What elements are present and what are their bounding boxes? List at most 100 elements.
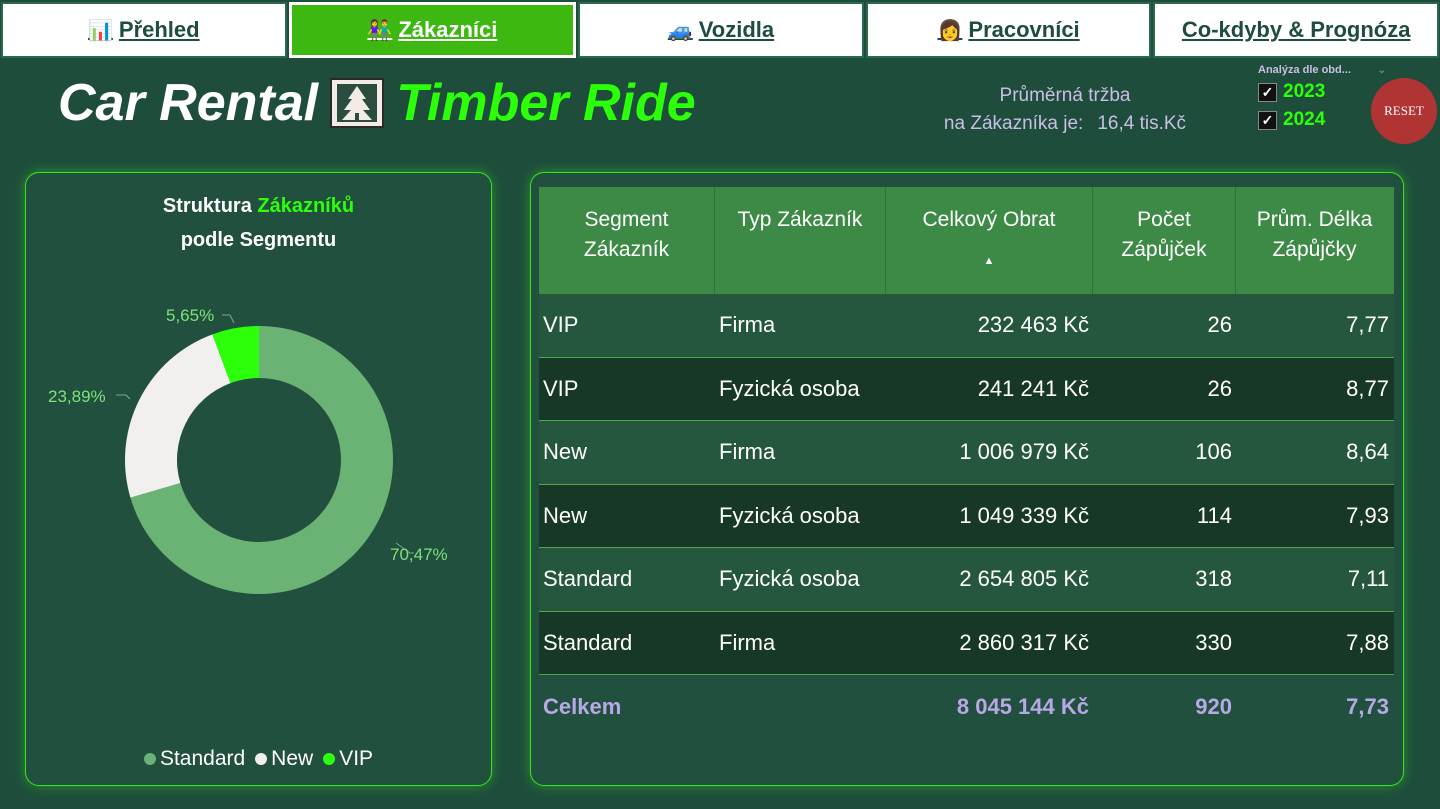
table-cell: New	[543, 502, 588, 528]
header-line: Zákazník	[583, 238, 670, 261]
tab-prehled[interactable]: 📊 Přehled	[1, 2, 287, 58]
header-line: Typ Zákazník	[737, 208, 863, 231]
table-row[interactable]: Standard Fyzická osoba 2 654 805 Kč 318 7,11	[539, 548, 1394, 612]
total-cell: 920	[1195, 693, 1232, 719]
legend-dot	[323, 753, 336, 765]
tab-vozidla[interactable]: 🚙 Vozidla	[578, 2, 864, 58]
title-part1: Car Rental	[58, 74, 319, 132]
table-header: Segment Zákazník Typ Zákazník Celkový Obr…	[539, 187, 1394, 294]
table-cell: 7,77	[1346, 312, 1389, 338]
table-row[interactable]: VIP Fyzická osoba 241 241 Kč 26 8,77	[539, 357, 1394, 421]
table-cell: Standard	[543, 566, 633, 592]
table-cell: 1 049 339 Kč	[959, 502, 1089, 528]
slicer-header[interactable]: Analýza dle obd... ⌄	[1258, 62, 1386, 78]
donut-chart: 70,47% 23,89% 5,65%	[48, 306, 448, 594]
col-header-segment[interactable]: Segment Zákazník	[539, 187, 715, 294]
table-cell: Fyzická osoba	[719, 375, 860, 401]
table-cell: 330	[1195, 629, 1232, 655]
top-nav: 📊 Přehled 👫 Zákazníci 🚙 Vozidla 👩 Pracov…	[0, 0, 1440, 60]
tab-label: Pracovníci	[968, 17, 1080, 42]
table-row[interactable]: VIP Firma 232 463 Kč 26 7,77	[539, 294, 1394, 358]
slicer-option-2024[interactable]: ✓ 2024	[1258, 106, 1386, 134]
total-cell: Celkem	[543, 693, 622, 719]
table-cell: 114	[1196, 502, 1232, 528]
table-cell: 7,93	[1346, 502, 1389, 528]
period-slicer: Analýza dle obd... ⌄ ✓ 2023 ✓ 2024	[1258, 62, 1386, 134]
header-line: Zápůjček	[1121, 238, 1207, 261]
tree-icon	[330, 78, 385, 128]
table-cell: VIP	[543, 312, 579, 338]
tab-label: Co-kdyby & Prognóza	[1181, 17, 1411, 42]
table-cell: 8,77	[1346, 375, 1389, 401]
table-body: VIP Firma 232 463 Kč 26 7,77 VIP Fyzická osoba…	[539, 294, 1394, 739]
bar-chart-icon: 📊	[87, 19, 113, 42]
data-label-standard: 70,47%	[390, 545, 448, 564]
worker-icon: 👩	[937, 19, 963, 42]
kpi-value: 16,4 tis.Kč	[1097, 113, 1187, 134]
chart-legend: Standard New VIP	[26, 747, 491, 771]
slicer-option-label: 2023	[1283, 81, 1326, 102]
table-row[interactable]: New Fyzická osoba 1 049 339 Kč 114 7,93	[539, 484, 1394, 548]
header-line: Celkový Obrat	[922, 208, 1056, 231]
table-cell: Fyzická osoba	[719, 502, 860, 528]
table-cell: Fyzická osoba	[719, 566, 860, 592]
slicer-title: Analýza dle obd...	[1258, 64, 1351, 76]
legend-item-standard[interactable]: Standard	[143, 747, 246, 771]
header-line: Počet	[1137, 208, 1191, 231]
legend-dot	[255, 753, 268, 765]
col-header-typ[interactable]: Typ Zákazník	[715, 187, 886, 294]
header-line: Prům. Délka	[1256, 208, 1373, 231]
table-cell: 26	[1207, 375, 1232, 401]
col-header-delka[interactable]: Prům. Délka Zápůjčky	[1236, 187, 1393, 294]
chevron-down-icon: ⌄	[1377, 64, 1386, 76]
people-icon: 👫	[367, 19, 393, 42]
header-line: Zápůjčky	[1272, 238, 1357, 261]
legend-label: VIP	[339, 747, 374, 770]
reset-button[interactable]: RESET	[1371, 78, 1437, 144]
table-cell: Firma	[719, 629, 776, 655]
table-cell: VIP	[543, 375, 579, 401]
tab-pracovnici[interactable]: 👩 Pracovníci	[865, 2, 1152, 58]
legend-item-vip[interactable]: VIP	[323, 747, 373, 771]
leader-line-vip	[222, 314, 235, 324]
sort-ascending-icon: ▲	[983, 255, 995, 267]
kpi-avg-revenue: Průměrná tržba na Zákazníka je: 16,4 tis.…	[920, 82, 1210, 138]
legend-label: Standard	[159, 747, 246, 770]
table-cell: 1 006 979 Kč	[959, 439, 1089, 465]
title-part2: Timber Ride	[396, 74, 696, 132]
total-cell: 8 045 144 Kč	[956, 693, 1089, 719]
table-total-row: Celkem 8 045 144 Kč 920 7,73	[539, 675, 1394, 739]
leader-line-new	[116, 394, 131, 400]
table-cell: 7,88	[1346, 629, 1389, 655]
tab-zakaznici[interactable]: 👫 Zákazníci	[288, 2, 577, 58]
page-title: Car Rental Timber Ride	[58, 70, 696, 136]
segment-chart-panel: Struktura Zákazníků podle Segmentu 70,47…	[25, 172, 492, 786]
checkbox-checked-icon[interactable]: ✓	[1258, 110, 1277, 130]
table-cell: 241 241 Kč	[977, 375, 1089, 401]
legend-item-new[interactable]: New	[255, 747, 313, 771]
table-row[interactable]: New Firma 1 006 979 Kč 106 8,64	[539, 421, 1394, 485]
segment-table-panel: Segment Zákazník Typ Zákazník Celkový Obr…	[530, 172, 1404, 786]
table-cell: New	[543, 439, 588, 465]
car-icon: 🚙	[667, 19, 693, 42]
table-cell: 2 654 805 Kč	[959, 566, 1089, 592]
segment-table: Segment Zákazník Typ Zákazník Celkový Obr…	[539, 187, 1394, 739]
data-label-vip: 5,65%	[166, 306, 214, 325]
kpi-label-line2: na Zákazníka je:	[943, 113, 1084, 134]
slicer-option-2023[interactable]: ✓ 2023	[1258, 78, 1386, 106]
tab-co-kdyby[interactable]: Co-kdyby & Prognóza	[1153, 2, 1439, 58]
slicer-option-label: 2024	[1283, 109, 1326, 130]
table-cell: Standard	[543, 629, 633, 655]
header-line: Segment	[584, 208, 669, 231]
tab-label: Zákazníci	[398, 17, 498, 42]
legend-label: New	[271, 747, 314, 770]
table-row[interactable]: Standard Firma 2 860 317 Kč 330 7,88	[539, 611, 1394, 675]
table-cell: 2 860 317 Kč	[959, 629, 1089, 655]
total-cell: 7,73	[1346, 693, 1389, 719]
table-cell: 7,11	[1347, 566, 1389, 592]
col-header-obrat[interactable]: Celkový Obrat ▲	[886, 187, 1093, 294]
checkbox-checked-icon[interactable]: ✓	[1258, 82, 1277, 102]
table-cell: 232 463 Kč	[977, 312, 1089, 338]
slice-new[interactable]	[125, 334, 231, 498]
col-header-pocet[interactable]: Počet Zápůjček	[1093, 187, 1236, 294]
